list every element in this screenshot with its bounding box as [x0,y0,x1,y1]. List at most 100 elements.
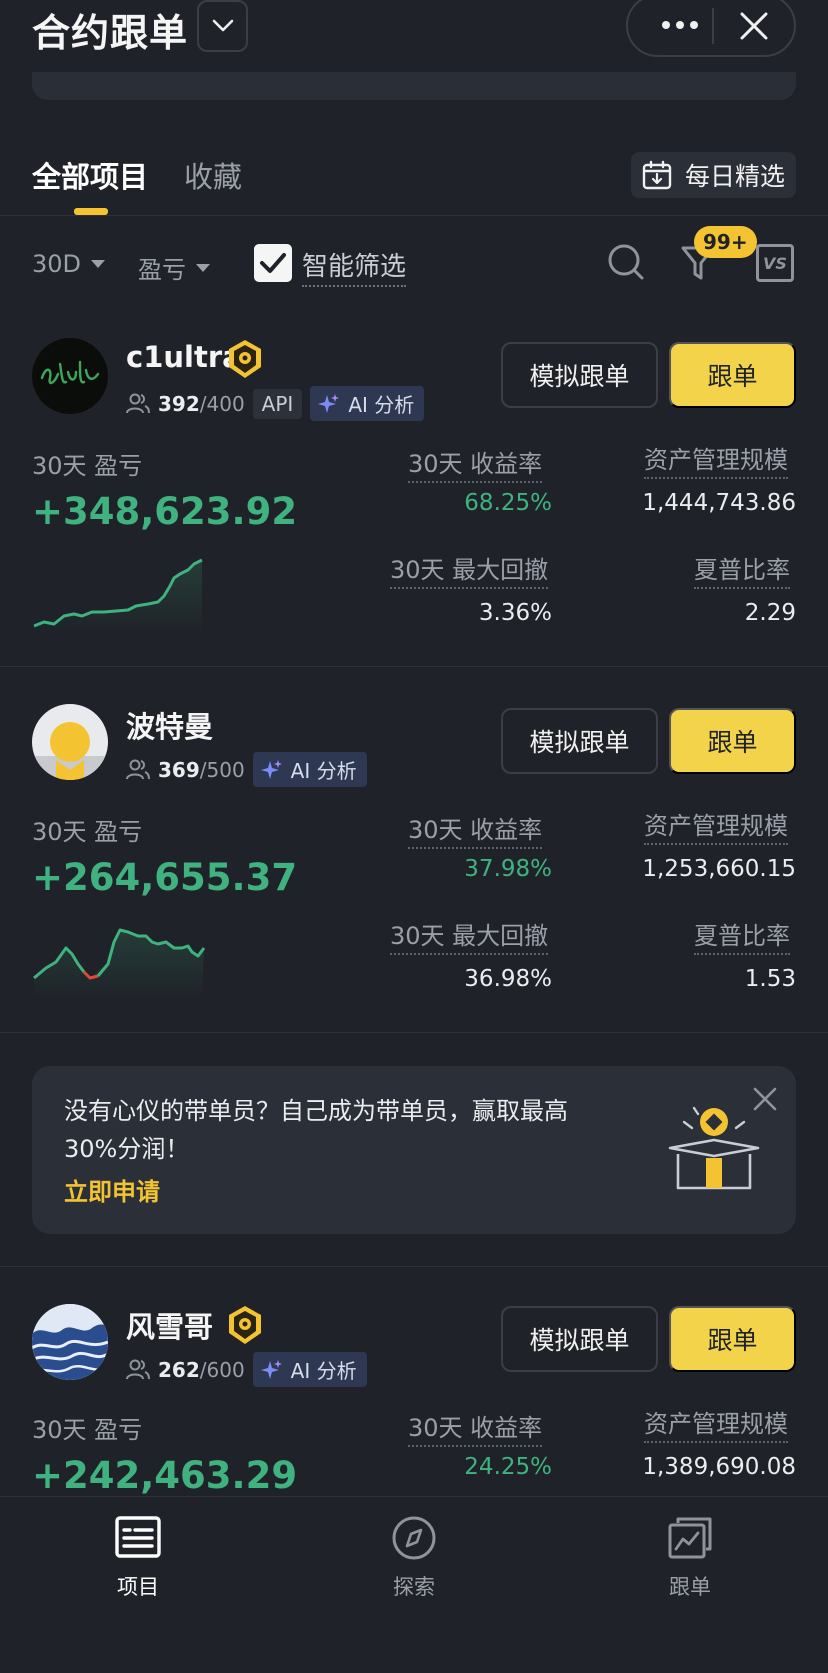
copy-chart-icon [668,1517,712,1559]
sort-filter[interactable]: 盈亏 [138,250,210,285]
smart-filter-checkbox[interactable] [254,244,292,282]
avatar-wave-painting-icon [32,1304,108,1380]
ai-analysis-tag[interactable]: AI 分析 [310,386,425,421]
nav-label: 项目 [117,1575,159,1599]
search-icon[interactable] [606,242,646,282]
promo-text: 没有心仪的带单员？自己成为带单员，赢取最高30%分润！ [64,1097,568,1163]
daily-pick-button[interactable]: 每日精选 [631,152,796,198]
max-drawdown-value: 3.36% [478,600,552,626]
more-dot-icon [690,21,698,29]
aum-value: 1,444,743.86 [642,490,796,516]
tab-bar: 全部项目 收藏 每日精选 [0,140,828,216]
bottom-navigation: 项目 探索 跟单 [0,1496,828,1673]
max-drawdown-label[interactable]: 30天 最大回撤 [390,916,549,955]
more-button[interactable] [650,10,710,40]
aum-value: 1,389,690.08 [642,1454,796,1480]
checkmark-icon [260,253,286,273]
nav-item-projects[interactable]: 项目 [78,1515,198,1601]
sharpe-value: 2.29 [744,600,796,626]
follower-count: 262 [158,1357,200,1382]
aum-label[interactable]: 资产管理规模 [644,806,788,845]
card-divider [0,666,828,667]
chevron-down-icon [212,19,233,32]
page-title: 合约跟单 [32,11,189,55]
trader-meta: 392/400 API AI 分析 [126,386,425,421]
follow-button[interactable]: 跟单 [669,342,796,408]
pnl-label: 30天 盈亏 [32,452,143,480]
sharpe-label[interactable]: 夏普比率 [694,550,790,589]
follower-capacity: /600 [199,1357,245,1382]
capsule-divider [712,8,714,44]
ai-analysis-label: AI 分析 [290,1359,357,1383]
apply-now-link[interactable]: 立即申请 [64,1172,160,1207]
list-icon [115,1516,161,1558]
aum-label[interactable]: 资产管理规模 [644,1404,788,1443]
title-dropdown-button[interactable] [197,0,248,52]
max-drawdown-label[interactable]: 30天 最大回撤 [390,550,549,589]
trader-meta: 369/500 AI 分析 [126,752,367,787]
become-lead-trader-banner[interactable]: 没有心仪的带单员？自己成为带单员，赢取最高30%分润！ 立即申请 [32,1066,796,1234]
aum-value: 1,253,660.15 [642,856,796,882]
period-filter-label: 30D [32,250,82,278]
close-button[interactable] [734,6,774,46]
follower-capacity: /400 [199,391,245,416]
simulate-follow-button[interactable]: 模拟跟单 [501,708,658,774]
roi-value: 24.25% [464,1454,552,1480]
period-filter[interactable]: 30D [32,250,106,278]
avatar[interactable] [32,704,108,780]
pnl-label: 30天 盈亏 [32,1416,143,1444]
sharpe-value: 1.53 [744,966,796,992]
more-dot-icon [676,21,684,29]
avatar[interactable] [32,1304,108,1380]
triangle-down-icon [91,260,106,268]
tab-favorites[interactable]: 收藏 [184,154,242,196]
compass-icon [392,1516,436,1560]
roi-label[interactable]: 30天 收益率 [408,1408,543,1447]
nav-item-explore[interactable]: 探索 [354,1515,474,1601]
ai-analysis-tag[interactable]: AI 分析 [252,1352,367,1387]
max-drawdown-value: 36.98% [464,966,552,992]
calendar-download-icon [642,160,672,190]
avatar-logo-icon [40,360,100,385]
follower-count: 369 [158,757,200,782]
simulate-follow-button[interactable]: 模拟跟单 [501,1306,658,1372]
trader-card[interactable]: 风雪哥 262/600 AI 分析 模拟跟单 跟单 30天 盈亏 30天 收益率… [0,1276,828,1496]
sparkle-icon [318,393,340,413]
pnl-sparkline [33,928,206,998]
simulate-follow-button[interactable]: 模拟跟单 [501,342,658,408]
aum-label[interactable]: 资产管理规模 [644,440,788,479]
ai-analysis-label: AI 分析 [290,759,357,783]
pnl-sparkline [33,558,203,632]
avatar-person-icon [32,722,108,780]
trader-card[interactable]: 波特曼 369/500 AI 分析 模拟跟单 跟单 30天 盈亏 30天 收益率… [0,676,828,1032]
close-icon[interactable] [752,1086,778,1112]
compare-vs-button[interactable]: VS [756,244,794,282]
follow-button[interactable]: 跟单 [669,1306,796,1372]
pnl-value: +348,623.92 [32,490,298,533]
roi-label[interactable]: 30天 收益率 [408,444,543,483]
elite-crown-icon [229,340,261,378]
nav-item-copy-trading[interactable]: 跟单 [630,1515,750,1601]
filter-count-badge: 99+ [694,226,757,258]
app-header: 合约跟单 [0,0,828,100]
daily-pick-label: 每日精选 [685,162,786,191]
ai-analysis-tag[interactable]: AI 分析 [252,752,367,787]
roi-label[interactable]: 30天 收益率 [408,810,543,849]
trader-meta: 262/600 AI 分析 [126,1352,367,1387]
trader-name[interactable]: 风雪哥 [126,1304,213,1346]
sparkle-icon [260,759,282,779]
more-dot-icon [662,21,670,29]
follower-count: 392 [158,391,200,416]
trader-card[interactable]: c1ultra 392/400 API AI 分析 模拟跟单 跟单 30天 盈亏… [0,310,828,666]
pnl-value: +264,655.37 [32,856,298,899]
roi-value: 68.25% [464,490,552,516]
sparkle-icon [260,1359,282,1379]
trader-name[interactable]: 波特曼 [126,704,213,746]
follow-button[interactable]: 跟单 [669,708,796,774]
follower-capacity: /500 [199,757,245,782]
avatar[interactable] [32,338,108,414]
tab-all-projects[interactable]: 全部项目 [32,154,148,196]
sharpe-label[interactable]: 夏普比率 [694,916,790,955]
banner-strip [32,72,796,100]
smart-filter-label[interactable]: 智能筛选 [302,246,407,287]
